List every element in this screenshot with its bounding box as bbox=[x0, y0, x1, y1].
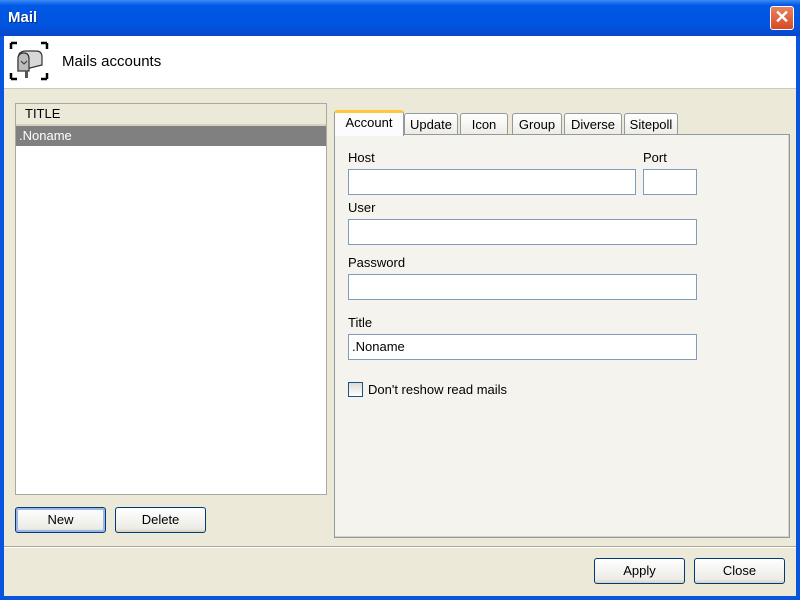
title-input[interactable]: .Noname bbox=[348, 334, 697, 360]
title-bar[interactable]: Mail ✕ bbox=[0, 0, 800, 36]
password-label: Password bbox=[348, 255, 406, 270]
window-title: Mail bbox=[8, 9, 38, 26]
port-label: Port bbox=[643, 150, 667, 165]
list-item[interactable]: .Noname bbox=[16, 126, 326, 146]
new-button[interactable]: New bbox=[15, 507, 106, 533]
close-x-icon: ✕ bbox=[774, 7, 790, 27]
host-label: Host bbox=[348, 150, 375, 165]
delete-button[interactable]: Delete bbox=[115, 507, 206, 533]
tab-account[interactable]: Account bbox=[334, 110, 404, 136]
mailbox-icon bbox=[9, 41, 49, 81]
tab-icon[interactable]: Icon bbox=[460, 113, 508, 135]
footer-divider bbox=[4, 546, 796, 548]
accounts-list[interactable]: TITLE .Noname bbox=[15, 103, 327, 495]
tab-update[interactable]: Update bbox=[404, 113, 458, 135]
dont-reshow-label[interactable]: Don't reshow read mails bbox=[368, 382, 507, 397]
password-input[interactable] bbox=[348, 274, 697, 300]
user-input[interactable] bbox=[348, 219, 697, 245]
dont-reshow-checkbox[interactable] bbox=[348, 382, 363, 397]
port-input[interactable] bbox=[643, 169, 697, 195]
list-column-header-title[interactable]: TITLE bbox=[16, 104, 326, 126]
tab-group[interactable]: Group bbox=[512, 113, 562, 135]
user-label: User bbox=[348, 200, 376, 215]
mail-dialog: Mail ✕ Mails accounts TITLE .Noname New … bbox=[0, 0, 800, 600]
apply-button[interactable]: Apply bbox=[594, 558, 685, 584]
tab-diverse[interactable]: Diverse bbox=[564, 113, 622, 135]
close-window-button[interactable]: ✕ bbox=[770, 6, 794, 30]
host-input[interactable] bbox=[348, 169, 636, 195]
dialog-header: Mails accounts bbox=[4, 36, 796, 89]
tab-sitepoll[interactable]: Sitepoll bbox=[624, 113, 678, 135]
title-label: Title bbox=[348, 315, 373, 330]
header-subtitle: Mails accounts bbox=[62, 53, 162, 70]
close-button[interactable]: Close bbox=[694, 558, 785, 584]
